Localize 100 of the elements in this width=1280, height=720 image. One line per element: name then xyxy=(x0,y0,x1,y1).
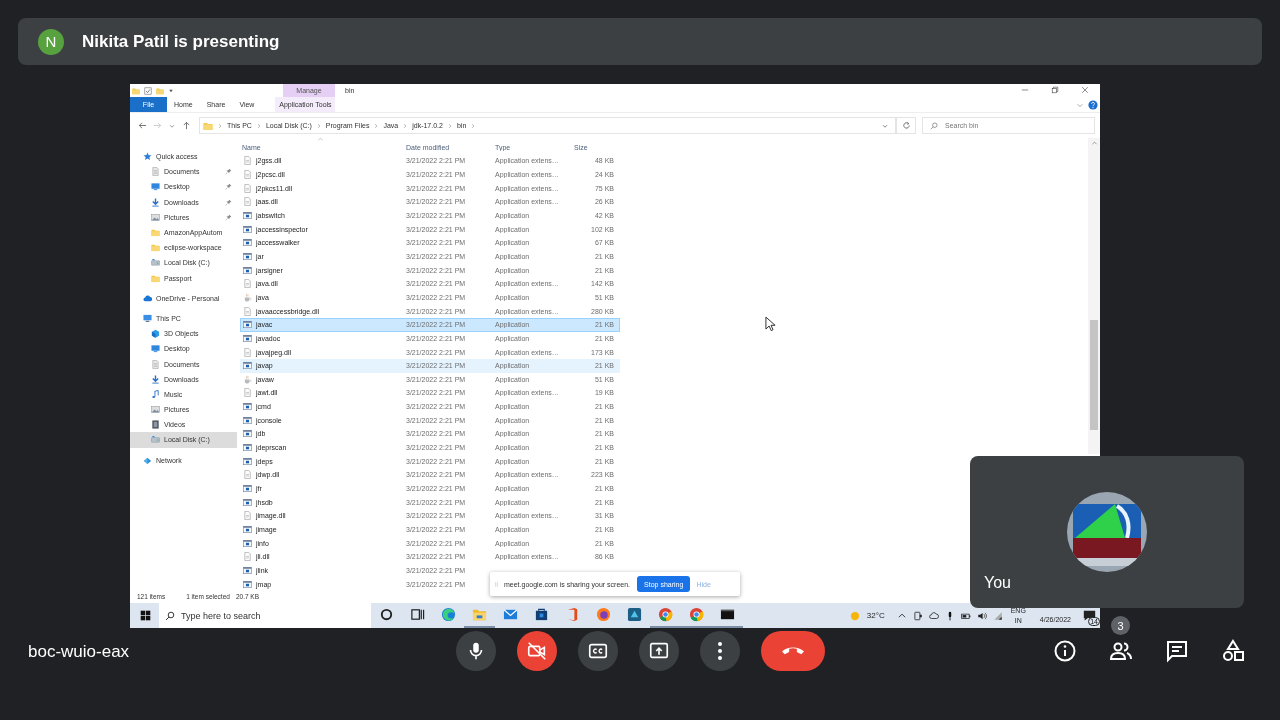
app-icon xyxy=(627,607,642,622)
picture-icon xyxy=(151,212,160,222)
program-icon xyxy=(243,415,252,425)
activities-button[interactable] xyxy=(1221,639,1245,663)
program-icon xyxy=(243,456,252,466)
cloud-icon xyxy=(143,293,152,303)
program-icon xyxy=(243,538,252,548)
refresh-button[interactable] xyxy=(896,117,916,134)
folder-icon xyxy=(203,120,213,131)
browser-icon xyxy=(689,607,704,622)
program-icon xyxy=(243,566,252,575)
program-icon xyxy=(243,265,252,275)
file-icon xyxy=(243,170,252,179)
desktop-icon xyxy=(151,182,160,192)
program-icon xyxy=(243,224,252,234)
speaker-icon[interactable] xyxy=(976,610,987,621)
scrollbar-thumb[interactable] xyxy=(1090,320,1098,430)
download-icon xyxy=(151,197,160,207)
network-icon xyxy=(143,455,152,465)
drive-icon xyxy=(151,258,160,268)
file-icon xyxy=(243,156,252,166)
mail-icon xyxy=(503,607,518,622)
notification-icon xyxy=(1083,609,1096,622)
coffee-cup-icon xyxy=(243,292,252,302)
program-icon xyxy=(243,497,252,507)
file-icon xyxy=(243,197,252,207)
folder-icon xyxy=(472,607,487,622)
camera-button[interactable] xyxy=(517,631,557,671)
wifi-signal-icon[interactable] xyxy=(992,610,1003,621)
browser-icon xyxy=(441,607,456,622)
search-icon xyxy=(930,121,938,130)
file-icon xyxy=(243,388,252,398)
program-icon xyxy=(243,361,252,371)
windows-start-icon[interactable] xyxy=(140,610,151,621)
cube-icon xyxy=(151,329,160,339)
refresh-icon xyxy=(901,121,911,130)
picture-icon xyxy=(151,405,160,415)
file-icon xyxy=(243,183,252,193)
program-icon xyxy=(243,320,252,330)
star-icon xyxy=(143,152,152,162)
download-icon xyxy=(151,374,160,384)
circle-icon xyxy=(379,607,394,622)
info-button[interactable] xyxy=(1053,639,1077,663)
more-options-button[interactable] xyxy=(700,631,740,671)
program-icon xyxy=(243,251,252,261)
present-button[interactable] xyxy=(639,631,679,671)
cloud-icon[interactable] xyxy=(928,610,939,621)
coffee-cup-icon xyxy=(243,374,252,384)
music-note-icon xyxy=(151,389,160,399)
task-view-icon xyxy=(410,607,425,622)
file-icon xyxy=(243,347,252,357)
file-icon xyxy=(243,470,252,480)
drag-handle-icon[interactable] xyxy=(494,579,499,589)
program-icon xyxy=(243,579,252,589)
leave-call-button[interactable] xyxy=(761,631,825,671)
document-icon xyxy=(151,167,160,177)
mic-button[interactable] xyxy=(456,631,496,671)
captions-button[interactable] xyxy=(578,631,618,671)
program-icon xyxy=(243,484,252,494)
chat-button[interactable] xyxy=(1165,639,1189,663)
avatar: N xyxy=(38,28,64,55)
drive-icon xyxy=(151,435,160,445)
program-icon xyxy=(243,525,252,535)
browser-icon xyxy=(596,607,611,622)
program-icon xyxy=(243,443,252,453)
document-icon xyxy=(151,359,160,369)
participant-name: You xyxy=(984,574,1011,592)
meeting-code: boc-wuio-eax xyxy=(28,642,130,662)
folder-icon xyxy=(151,243,160,253)
store-icon xyxy=(534,607,549,622)
program-icon xyxy=(243,210,252,220)
weather-temperature[interactable]: 32°C xyxy=(866,611,885,620)
back-arrow-icon[interactable] xyxy=(138,121,147,130)
participant-count-badge: 3 xyxy=(1111,616,1130,635)
checkbox-icon[interactable] xyxy=(144,86,152,95)
mouse-pointer-icon xyxy=(765,316,776,332)
browser-icon xyxy=(658,607,673,622)
program-icon xyxy=(243,429,252,439)
caret-icon[interactable] xyxy=(168,87,174,94)
up-arrow-icon[interactable] xyxy=(182,121,191,130)
help-icon[interactable] xyxy=(1088,99,1098,110)
device-icon[interactable] xyxy=(912,610,923,621)
file-icon xyxy=(243,279,252,289)
search-icon xyxy=(165,610,175,621)
shapes-icon xyxy=(1221,639,1245,663)
file-icon xyxy=(243,306,252,316)
film-icon xyxy=(151,420,160,430)
restore-icon[interactable] xyxy=(1051,86,1059,94)
banner-text: Nikita Patil is presenting xyxy=(82,31,280,52)
info-icon xyxy=(1053,639,1077,663)
camera-off-icon xyxy=(526,640,548,662)
file-icon xyxy=(243,552,252,562)
taskbar-search-field[interactable]: Type here to search xyxy=(159,603,371,628)
scrollbar[interactable] xyxy=(1088,138,1100,454)
more-options-icon xyxy=(718,642,722,660)
phone-hang-up-icon xyxy=(782,647,804,655)
close-icon[interactable] xyxy=(1081,86,1089,94)
computer-icon xyxy=(143,313,152,323)
battery-icon[interactable] xyxy=(960,610,971,621)
chat-icon xyxy=(1165,639,1189,663)
